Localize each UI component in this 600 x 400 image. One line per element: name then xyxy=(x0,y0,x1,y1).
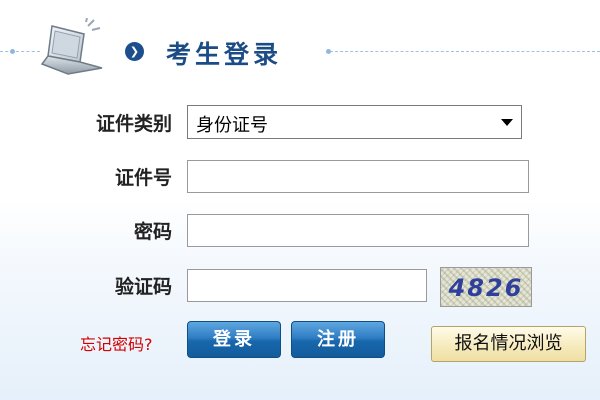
page-title: 考生登录 xyxy=(166,40,283,69)
id-type-label: 证件类别 xyxy=(95,113,172,135)
login-button[interactable]: 登录 xyxy=(187,321,281,358)
id-type-select[interactable]: 身份证号 xyxy=(187,105,522,139)
register-button[interactable]: 注册 xyxy=(291,321,385,358)
captcha-code: 4826 xyxy=(448,274,524,302)
id-type-selected-value: 身份证号 xyxy=(196,115,268,136)
header-divider-dot xyxy=(10,49,15,54)
id-number-input[interactable] xyxy=(187,160,529,193)
password-input[interactable] xyxy=(187,214,529,247)
circle-arrow-right-icon: ❯ xyxy=(125,42,144,61)
forgot-password-link[interactable]: 忘记密码? xyxy=(80,331,153,355)
chevron-down-icon xyxy=(501,119,513,126)
browse-registration-button[interactable]: 报名情况浏览 xyxy=(431,326,586,362)
laptop-icon xyxy=(40,18,103,75)
id-number-label: 证件号 xyxy=(114,167,172,189)
header-divider-dot xyxy=(326,49,331,54)
captcha-input[interactable] xyxy=(187,269,427,302)
password-label: 密码 xyxy=(133,221,172,243)
captcha-image[interactable]: 4826 xyxy=(440,267,532,307)
captcha-label: 验证码 xyxy=(114,276,172,298)
header-divider-left xyxy=(0,51,40,52)
header-divider-right xyxy=(330,51,600,52)
